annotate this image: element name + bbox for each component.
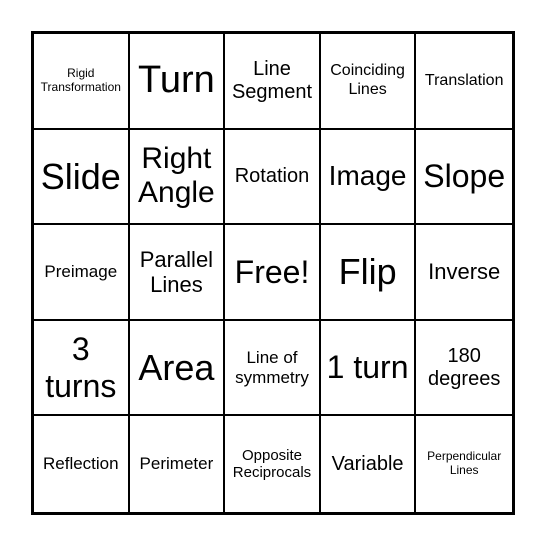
bingo-cell[interactable]: 180 degrees [416,321,512,417]
bingo-cell[interactable]: 1 turn [320,320,417,417]
bingo-cell[interactable]: Opposite Reciprocals [225,416,321,512]
bingo-cell[interactable]: Flip [320,225,417,321]
cell-label: Area [138,346,215,388]
cell-label: Slope [423,157,506,194]
cell-label: Right Angle [138,141,215,210]
cell-label: Inverse [428,259,501,285]
bingo-cell[interactable]: Inverse [416,225,512,321]
cell-label: 180 degrees [428,344,501,390]
bingo-cell[interactable]: Image [320,129,417,226]
cell-label: Preimage [44,262,118,282]
bingo-cell[interactable]: Area [129,320,226,417]
cell-label: Reflection [42,454,119,474]
bingo-cell[interactable]: Free! [225,225,321,321]
bingo-cell[interactable]: Preimage [34,225,130,321]
bingo-cell[interactable]: Right Angle [129,129,226,226]
bingo-cell[interactable]: Parallel Lines [129,225,226,321]
cell-label: Perimeter [139,454,214,474]
cell-label: Slide [40,155,121,197]
bingo-cell[interactable]: Rotation [225,129,321,226]
bingo-cell[interactable]: Turn [129,34,226,130]
bingo-cell[interactable]: Perimeter [130,416,226,512]
bingo-cell[interactable]: 3 turns [34,320,130,417]
bingo-cell[interactable]: Line of symmetry [225,320,321,417]
cell-label: Opposite Reciprocals [232,446,312,482]
bingo-cell[interactable]: Perpendicular Lines [416,416,512,512]
bingo-cell[interactable]: Slope [416,130,512,226]
cell-label: 3 turns [45,330,117,404]
bingo-cell[interactable]: Translation [416,34,512,130]
cell-label: Translation [424,71,504,89]
cell-label: Rotation [234,164,310,187]
cell-label: Perpendicular Lines [427,449,502,478]
cell-label: Flip [338,251,397,293]
bingo-cell[interactable]: Slide [34,129,130,226]
cell-label: Turn [138,58,215,101]
cell-label: 1 turn [326,349,409,386]
cell-label: Line of symmetry [235,348,309,387]
cell-label: Coinciding Lines [330,62,405,98]
bingo-cell[interactable]: Variable [321,416,417,512]
bingo-card: Rigid Transformation Turn Line Segment Coin… [31,31,515,515]
cell-label: Image [328,160,407,192]
cell-label: Variable [331,452,404,475]
cell-label: Line Segment [231,57,313,103]
bingo-cell[interactable]: Rigid Transformation [34,34,130,130]
cell-label: Free! [234,253,310,290]
bingo-cell[interactable]: Coinciding Lines [320,34,417,130]
bingo-cell[interactable]: Reflection [34,416,130,512]
bingo-cell[interactable]: Line Segment [225,34,321,130]
cell-label: Rigid Transformation [40,66,121,94]
cell-label: Parallel Lines [139,246,214,297]
